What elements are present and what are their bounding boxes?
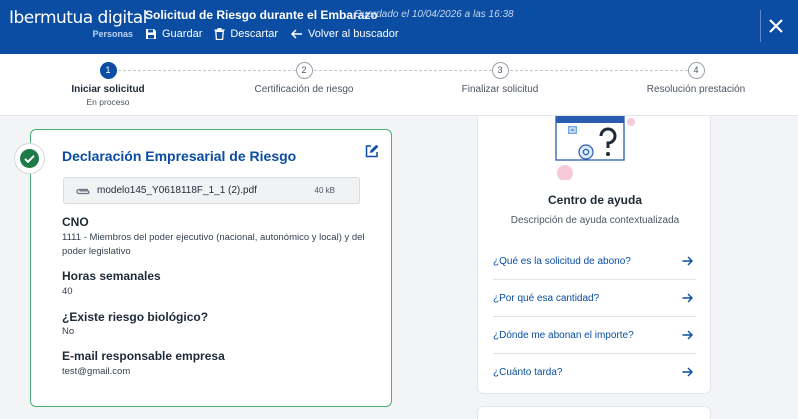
logo-text: Ibermutua digital [9,8,147,28]
progress-stepper: 1 Iniciar solicitud En proceso 2 Certifi… [0,54,798,116]
discard-label: Descartar [230,28,279,40]
back-arrow-icon [290,29,303,39]
field-label-email-responsable: E-mail responsable empresa [62,349,225,363]
arrow-right-icon [682,330,693,340]
help-link-donde-abonan[interactable]: ¿Dónde me abonan el importe? [493,317,696,354]
field-value-horas-semanales: 40 [62,286,73,297]
step-status: En proceso [86,97,130,107]
help-description: Descripción de ayuda contextualizada [510,215,680,226]
declaration-title: Declaración Empresarial de Riesgo [62,148,297,164]
attached-file[interactable]: modelo145_Y0618118F_1_1 (2).pdf 40 kB [63,177,360,204]
help-link-cuanto-tarda[interactable]: ¿Cuánto tarda? [493,354,696,391]
help-link-label: ¿Qué es la solicitud de abono? [493,256,631,267]
step-resolucion-prestacion[interactable]: 4 Resolución prestación [626,62,766,95]
help-link-por-que-cantidad[interactable]: ¿Por qué esa cantidad? [493,280,696,317]
app-header: Ibermutua digital Personas Solicitud de … [0,0,798,54]
help-title: Centro de ayuda [547,193,643,207]
ibermutua-logo[interactable]: Ibermutua digital Personas [9,8,147,44]
arrow-right-icon [682,367,693,377]
paperclip-icon [76,188,90,195]
close-icon[interactable] [766,16,786,36]
step-label: Finalizar solicitud [461,84,539,95]
arrow-right-icon [682,256,693,266]
step-iniciar-solicitud[interactable]: 1 Iniciar solicitud En proceso [38,62,178,107]
check-circle-icon [20,149,39,168]
field-label-horas-semanales: Horas semanales [62,269,161,283]
step-label: Iniciar solicitud [71,84,145,95]
help-link-solicitud-abono[interactable]: ¿Qué es la solicitud de abono? [493,243,696,280]
field-label-riesgo-biologico: ¿Existe riesgo biológico? [62,310,209,324]
edit-icon[interactable] [365,144,379,158]
save-icon [146,29,156,39]
save-button[interactable]: Guardar [145,28,202,40]
help-center-card: Centro de ayuda Descripción de ayuda con… [477,116,711,394]
header-divider [760,10,761,42]
field-label-cno: CNO [62,215,89,229]
header-actions: Guardar Descartar Volver al buscador [145,28,399,40]
help-link-label: ¿Cuánto tarda? [493,367,563,378]
saved-status: Guardado el 10/04/2026 a las 16:38 [354,9,514,20]
arrow-right-icon [682,293,693,303]
field-value-riesgo-biologico: No [62,326,75,337]
step-number: 2 [295,62,313,79]
declaration-card: Declaración Empresarial de Riesgo modelo… [30,129,392,407]
step-number: 3 [491,62,509,79]
step-number: 4 [687,62,705,79]
discard-button[interactable]: Descartar [214,28,278,40]
back-to-search-button[interactable]: Volver al buscador [290,28,399,40]
field-value-email-responsable: test@gmail.com [62,366,131,377]
save-label: Guardar [162,28,203,40]
file-name: modelo145_Y0618118F_1_1 (2).pdf [97,185,257,196]
completed-badge [14,143,45,174]
field-value-cno: 1111 - Miembros del poder ejecutivo (nac… [62,232,365,257]
step-finalizar-solicitud[interactable]: 3 Finalizar solicitud [430,62,570,95]
logo-subtext: Personas [92,29,133,39]
secondary-card [477,406,711,419]
back-to-search-label: Volver al buscador [308,28,399,40]
step-number: 1 [99,62,117,79]
step-label: Resolución prestación [646,84,746,95]
step-label: Certificación de riesgo [254,84,354,95]
file-size: 40 kB [314,186,335,195]
help-link-label: ¿Por qué esa cantidad? [493,293,600,304]
step-certificacion-riesgo[interactable]: 2 Certificación de riesgo [234,62,374,95]
help-link-label: ¿Dónde me abonan el importe? [493,330,634,341]
help-illustration-icon [555,116,635,180]
trash-icon [214,28,225,40]
page-title: Solicitud de Riesgo durante el Embarazo [145,8,378,22]
